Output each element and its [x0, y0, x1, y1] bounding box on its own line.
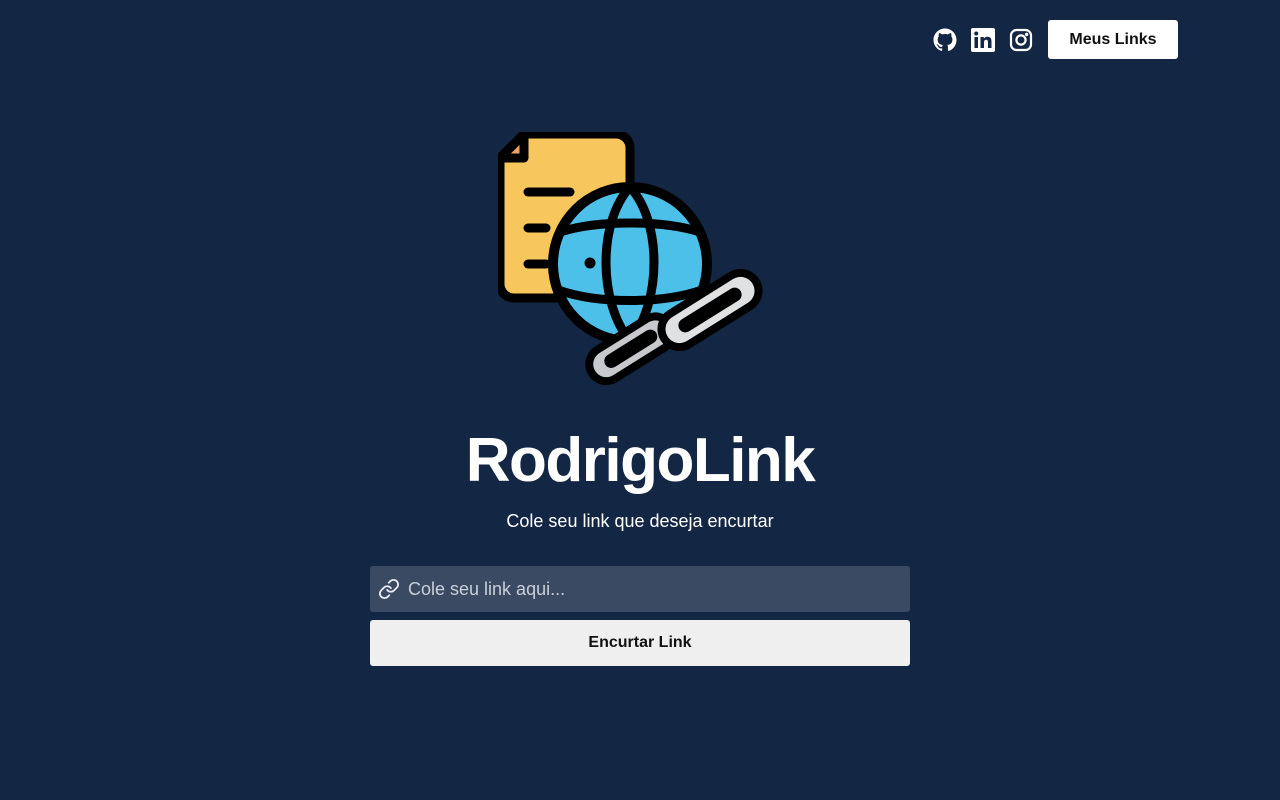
link-icon [378, 578, 400, 600]
github-icon[interactable] [932, 27, 958, 53]
page-subtitle: Cole seu link que deseja encurtar [506, 511, 774, 531]
page-title: RodrigoLink [465, 426, 816, 495]
instagram-icon[interactable] [1008, 27, 1034, 53]
shorten-link-button[interactable]: Encurtar Link [370, 620, 910, 666]
shorten-form: Encurtar Link [370, 566, 910, 666]
document-globe-chain-icon [495, 129, 782, 416]
page: Meus Links RodrigoLink Cole seu link que… [0, 0, 1280, 800]
linkedin-icon[interactable] [970, 27, 996, 53]
my-links-button[interactable]: Meus Links [1048, 20, 1178, 59]
url-input[interactable] [400, 566, 910, 612]
top-bar: Meus Links [932, 20, 1178, 59]
url-input-container [370, 566, 910, 612]
